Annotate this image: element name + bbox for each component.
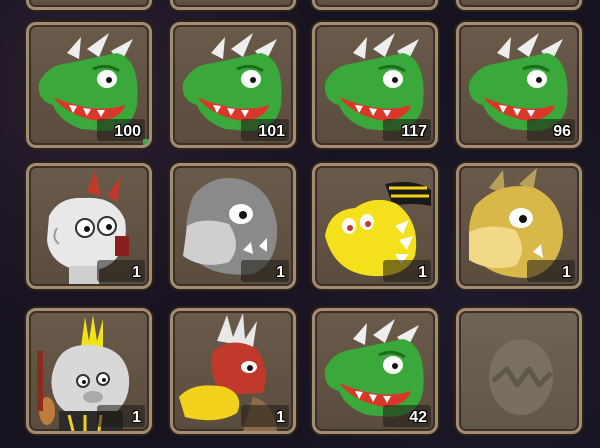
item-count: 101 — [258, 123, 285, 140]
inventory-slot[interactable]: 1 — [170, 163, 296, 289]
inventory-slot-locked[interactable] — [456, 308, 582, 434]
inventory-slot[interactable]: 117 — [312, 22, 438, 148]
inventory-slot[interactable]: 96 — [456, 22, 582, 148]
inventory-slot[interactable]: 1 — [170, 308, 296, 434]
cracked-egg-silhouette-icon — [489, 339, 553, 415]
inventory-slot-partial[interactable] — [312, 0, 438, 10]
item-count: 1 — [132, 264, 141, 281]
inventory-slot[interactable]: 42 — [312, 308, 438, 434]
inventory-slot-partial[interactable] — [456, 0, 582, 10]
item-count: 1 — [276, 409, 285, 426]
inventory-slot[interactable]: 100 — [26, 22, 152, 148]
inventory-slot[interactable]: 1 — [26, 308, 152, 434]
corner-marker — [143, 139, 149, 145]
inventory-slot-partial[interactable] — [26, 0, 152, 10]
item-count: 1 — [132, 409, 141, 426]
item-count: 1 — [276, 264, 285, 281]
inventory-slot-partial[interactable] — [170, 0, 296, 10]
item-count: 1 — [418, 264, 427, 281]
item-count: 1 — [562, 264, 571, 281]
inventory-slot[interactable]: 1 — [26, 163, 152, 289]
inventory-slot[interactable]: 1 — [312, 163, 438, 289]
item-count: 117 — [401, 123, 427, 140]
item-count: 100 — [114, 123, 141, 140]
inventory-grid: 100 101 117 96 1 1 1 1 1 1 42 — [0, 0, 600, 448]
inventory-slot[interactable]: 1 — [456, 163, 582, 289]
inventory-slot[interactable]: 101 — [170, 22, 296, 148]
item-count: 42 — [409, 409, 427, 426]
item-count: 96 — [553, 123, 571, 140]
